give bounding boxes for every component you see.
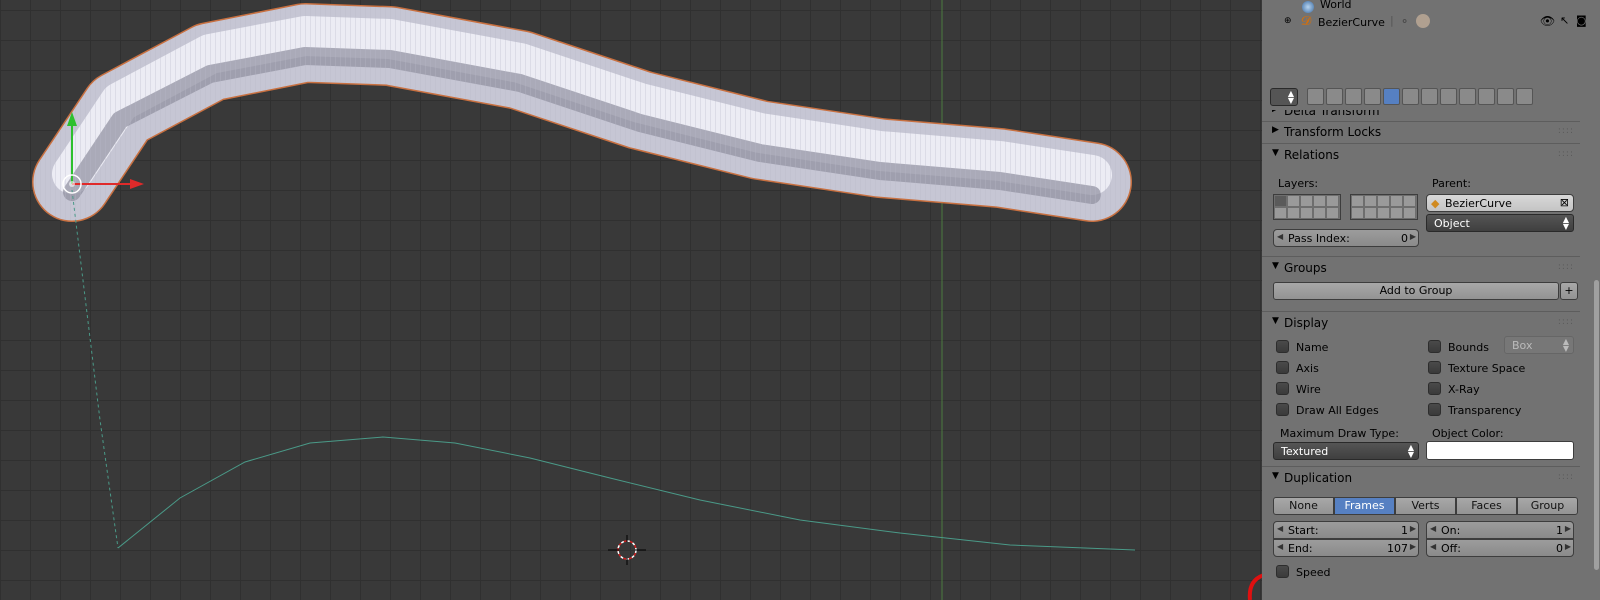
bounds-type-select[interactable]: Box ▲ ▼ bbox=[1504, 336, 1574, 354]
panel-groups[interactable]: ▼ Groups :::: bbox=[1268, 258, 1578, 278]
dup-mode-frames[interactable]: Frames bbox=[1334, 497, 1395, 515]
object-cube-icon: ◆ bbox=[1431, 197, 1440, 210]
dup-start-field[interactable]: ◀ Start: 1 ▶ bbox=[1273, 521, 1419, 539]
curve-icon: 𝓓 bbox=[1301, 14, 1311, 29]
editor-type-menu[interactable]: ▲ ▼ bbox=[1270, 88, 1298, 106]
material-icon[interactable] bbox=[1416, 14, 1430, 28]
outliner-curve-label: BezierCurve bbox=[1318, 16, 1385, 29]
curve-data-icon[interactable]: ⚬ bbox=[1400, 15, 1409, 28]
dup-mode-verts[interactable]: Verts bbox=[1395, 497, 1456, 515]
dup-on-field[interactable]: ◀ On: 1 ▶ bbox=[1426, 521, 1574, 539]
dup-end-field[interactable]: ◀ End: 107 ▶ bbox=[1273, 539, 1419, 557]
panel-display[interactable]: ▼ Display :::: bbox=[1268, 313, 1578, 333]
object-color-swatch[interactable] bbox=[1426, 441, 1574, 460]
dup-mode-group[interactable]: Group bbox=[1517, 497, 1578, 515]
properties-editor: ▶Delta Transform ▶Transform Locks :::: ▼… bbox=[1262, 110, 1600, 600]
motion-path-line bbox=[117, 436, 1136, 551]
scene-tab-icon[interactable] bbox=[1345, 88, 1362, 105]
layers-grid-1[interactable] bbox=[1273, 194, 1341, 220]
parent-type-select[interactable]: Object ▲ ▼ bbox=[1426, 214, 1574, 232]
duplication-mode-selector: None Frames Verts Faces Group bbox=[1273, 497, 1578, 515]
dup-off-field[interactable]: ◀ Off: 0 ▶ bbox=[1426, 539, 1574, 557]
modifiers-tab-icon[interactable] bbox=[1421, 88, 1438, 105]
clear-x-icon[interactable]: ⊠ bbox=[1560, 196, 1569, 209]
object-color-label: Object Color: bbox=[1432, 427, 1504, 440]
layers-tab-icon[interactable] bbox=[1326, 88, 1343, 105]
annotation-mark bbox=[1247, 573, 1262, 600]
panel-relations[interactable]: ▼ Relations :::: bbox=[1268, 145, 1578, 165]
visibility-eye-icon[interactable]: 👁 bbox=[1540, 14, 1555, 28]
collapsed-triangle-icon: ▶ bbox=[1272, 125, 1279, 135]
layers-label: Layers: bbox=[1278, 177, 1319, 190]
transparency-checkbox[interactable] bbox=[1428, 403, 1441, 416]
data-tab-icon[interactable] bbox=[1440, 88, 1457, 105]
texture-tab-icon[interactable] bbox=[1478, 88, 1495, 105]
panel-transform-locks[interactable]: ▶ Transform Locks :::: bbox=[1268, 122, 1578, 142]
3d-cursor[interactable] bbox=[608, 535, 646, 565]
3d-viewport[interactable] bbox=[0, 0, 1262, 600]
constraints-tab-icon[interactable] bbox=[1402, 88, 1419, 105]
parent-relation-line bbox=[71, 189, 119, 549]
wire-checkbox[interactable] bbox=[1276, 382, 1289, 395]
axis-checkbox[interactable] bbox=[1276, 361, 1289, 374]
expanded-triangle-icon: ▼ bbox=[1272, 148, 1279, 158]
pass-index-field[interactable]: ◀ Pass Index: 0 ▶ bbox=[1273, 229, 1419, 247]
render-tab-icon[interactable] bbox=[1307, 88, 1324, 105]
selectability-cursor-icon[interactable]: ↖ bbox=[1560, 14, 1569, 27]
layers-grid-2[interactable] bbox=[1350, 194, 1418, 220]
max-draw-type-label: Maximum Draw Type: bbox=[1280, 427, 1399, 440]
dup-mode-faces[interactable]: Faces bbox=[1456, 497, 1517, 515]
speed-label: Speed bbox=[1296, 566, 1331, 579]
expand-icon[interactable]: ⊕ bbox=[1284, 16, 1292, 26]
add-to-group-button[interactable]: Add to Group bbox=[1273, 282, 1559, 300]
texture-space-checkbox[interactable] bbox=[1428, 361, 1441, 374]
xray-checkbox[interactable] bbox=[1428, 382, 1441, 395]
world-tab-icon[interactable] bbox=[1364, 88, 1381, 105]
parent-field[interactable]: ◆ BezierCurve ⊠ bbox=[1426, 194, 1574, 212]
panel-delta-transform[interactable]: ▶Delta Transform bbox=[1268, 110, 1578, 121]
speed-checkbox[interactable] bbox=[1276, 565, 1289, 578]
parent-label: Parent: bbox=[1432, 177, 1471, 190]
panel-duplication[interactable]: ▼ Duplication :::: bbox=[1268, 468, 1578, 488]
material-tab-icon[interactable] bbox=[1459, 88, 1476, 105]
outliner-row-beziercurve[interactable]: ⊕ 𝓓 BezierCurve | ⚬ 👁 ↖ ◙ bbox=[1262, 12, 1600, 32]
name-checkbox[interactable] bbox=[1276, 340, 1289, 353]
object-tab-icon[interactable] bbox=[1383, 88, 1400, 105]
draw-all-edges-checkbox[interactable] bbox=[1276, 403, 1289, 416]
properties-header: ▲ ▼ bbox=[1262, 84, 1600, 110]
bounds-checkbox[interactable] bbox=[1428, 340, 1441, 353]
outliner-world-label: World bbox=[1320, 0, 1352, 11]
physics-tab-icon[interactable] bbox=[1516, 88, 1533, 105]
max-draw-type-select[interactable]: Textured ▲ ▼ bbox=[1273, 442, 1419, 460]
particles-tab-icon[interactable] bbox=[1497, 88, 1514, 105]
dup-mode-none[interactable]: None bbox=[1273, 497, 1334, 515]
properties-scrollbar[interactable] bbox=[1594, 280, 1599, 570]
render-camera-icon[interactable]: ◙ bbox=[1576, 14, 1587, 27]
bezier-curve-tube[interactable] bbox=[32, 3, 1132, 222]
outliner: World ⊕ 𝓓 BezierCurve | ⚬ 👁 ↖ ◙ bbox=[1262, 0, 1600, 86]
add-plus-icon[interactable]: + bbox=[1560, 282, 1578, 300]
